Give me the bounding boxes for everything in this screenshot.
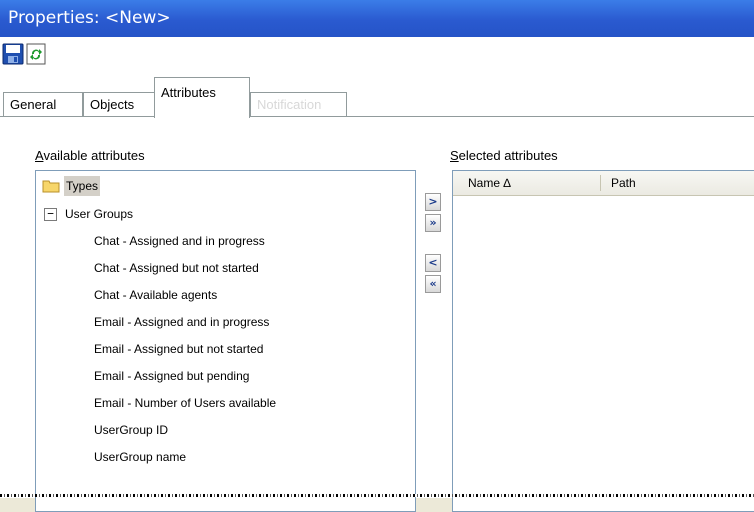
list-item[interactable]: Chat - Available agents (94, 285, 217, 305)
tab-objects[interactable]: Objects (83, 92, 157, 117)
selected-attributes-label: Selected attributes (450, 148, 558, 163)
tab-notification: Notification (250, 92, 347, 117)
tree-group-label: User Groups (65, 207, 134, 221)
available-attributes-tree[interactable]: Types − User Groups Chat - Assigned and … (35, 170, 416, 512)
list-item[interactable]: UserGroup ID (94, 420, 168, 440)
add-all-button[interactable]: » (425, 214, 441, 232)
tab-notification-label: Notification (257, 97, 322, 112)
tree-root-types[interactable]: Types (36, 176, 415, 196)
list-item[interactable]: Chat - Assigned but not started (94, 258, 259, 278)
list-item[interactable]: Email - Assigned and in progress (94, 312, 269, 332)
column-path-label: Path (611, 176, 636, 190)
toolbar (0, 37, 754, 77)
list-item[interactable]: UserGroup name (94, 447, 186, 467)
column-name-header[interactable]: Name ∆ (468, 171, 598, 195)
list-item[interactable]: Email - Assigned but pending (94, 366, 249, 386)
column-separator[interactable] (600, 175, 601, 191)
tab-general[interactable]: General (3, 92, 83, 117)
tab-general-label: General (10, 97, 57, 112)
attributes-panel: Available attributes Types − User Groups… (0, 116, 754, 512)
list-item[interactable]: Email - Number of Users available (94, 393, 276, 413)
list-item[interactable]: Chat - Assigned and in progress (94, 231, 265, 251)
column-path-header[interactable]: Path (611, 171, 751, 195)
selected-attributes-grid[interactable]: Name ∆ Path (452, 170, 754, 512)
collapse-expander[interactable]: − (44, 208, 57, 221)
remove-button[interactable]: < (425, 254, 441, 272)
tree-group-user-groups[interactable]: − User Groups (36, 204, 415, 224)
save-button[interactable] (2, 43, 24, 65)
tab-objects-label: Objects (90, 97, 135, 112)
tree-root-label: Types (64, 176, 101, 196)
add-button[interactable]: > (425, 193, 441, 211)
refresh-icon (26, 43, 46, 65)
title-bar: Properties: <New> (0, 0, 754, 37)
window-title: Properties: <New> (8, 8, 171, 28)
save-icon (2, 43, 24, 65)
folder-icon (42, 180, 60, 193)
refresh-button[interactable] (25, 43, 47, 65)
grid-header: Name ∆ Path (453, 171, 754, 196)
available-attributes-label: Available attributes (35, 148, 145, 163)
tab-strip: General Objects Attributes Notification (0, 77, 754, 118)
column-name-label: Name ∆ (468, 176, 511, 190)
tab-attributes[interactable]: Attributes (154, 77, 250, 118)
tab-attributes-label: Attributes (161, 85, 216, 100)
list-item[interactable]: Email - Assigned but not started (94, 339, 263, 359)
remove-all-button[interactable]: « (425, 275, 441, 293)
